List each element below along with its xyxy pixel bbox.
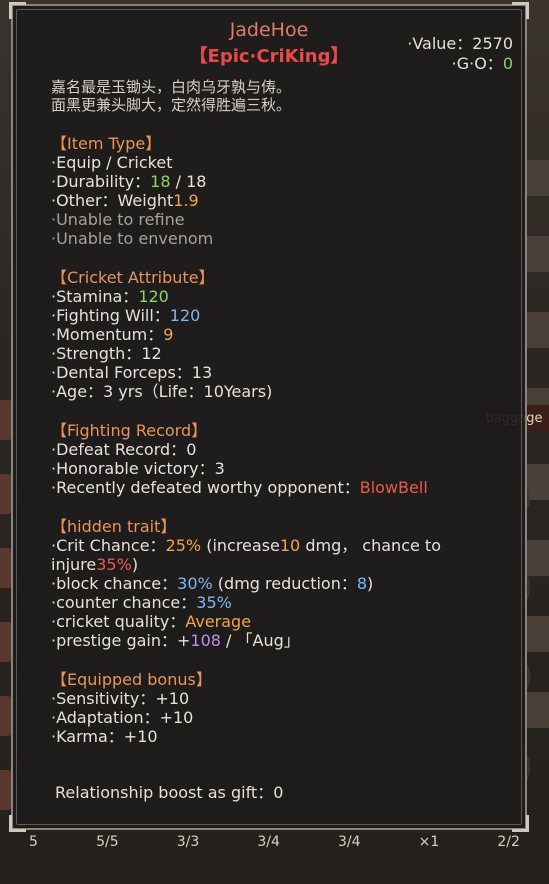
section-item-type: 【Item Type】 ·Equip / Cricket ·Durability… — [51, 134, 509, 248]
slot-count: 3/3 — [176, 834, 200, 850]
item-tooltip: JadeHoe 【Epic·CriKing】 ·Value：2570 ·G·O：… — [9, 2, 529, 832]
slot-count: 5/5 — [96, 834, 119, 850]
section-equipped-bonus: 【Equipped bonus】 ·Sensitivity：+10 ·Adapt… — [51, 670, 509, 746]
tooltip-content: 嘉名最是玉锄头，白肉乌牙孰与俦。 面黑更兼头脚大，定然得胜遍三秋。 【Item … — [51, 78, 509, 746]
slot-count: 2/2 — [497, 834, 520, 850]
section-header: 【Fighting Record】 — [51, 421, 208, 440]
slot-count: 3/4 — [257, 834, 280, 850]
slot-count: 3/4 — [338, 834, 361, 850]
item-description: 嘉名最是玉锄头，白肉乌牙孰与俦。 面黑更兼头脚大，定然得胜遍三秋。 — [51, 78, 292, 114]
durability: ·Durability：18 / 18 — [51, 172, 207, 191]
weight: ·Other：Weight1.9 — [51, 191, 199, 210]
frame-corner — [9, 2, 26, 19]
item-go: ·G·O：0 — [451, 54, 513, 73]
frame-corner — [9, 815, 26, 832]
section-header: 【Cricket Attribute】 — [51, 268, 215, 287]
section-header: 【hidden trait】 — [51, 517, 177, 536]
section-hidden-trait: 【hidden trait】 ·Crit Chance：25% (increas… — [51, 517, 509, 650]
inventory-counts: 5 5/5 3/3 3/4 3/4 ×1 2/2 — [0, 834, 549, 850]
slot-count: ×1 — [418, 834, 440, 850]
section-header: 【Equipped bonus】 — [51, 670, 212, 689]
frame-corner — [512, 815, 529, 832]
section-header: 【Item Type】 — [51, 134, 162, 153]
slot-count: 5 — [29, 834, 38, 850]
gift-relationship-boost: Relationship boost as gift：0 — [55, 783, 284, 802]
frame-corner — [512, 2, 529, 19]
section-fighting-record: 【Fighting Record】 ·Defeat Record：0 ·Hono… — [51, 421, 509, 497]
section-cricket-attribute: 【Cricket Attribute】 ·Stamina：120 ·Fighti… — [51, 268, 509, 401]
